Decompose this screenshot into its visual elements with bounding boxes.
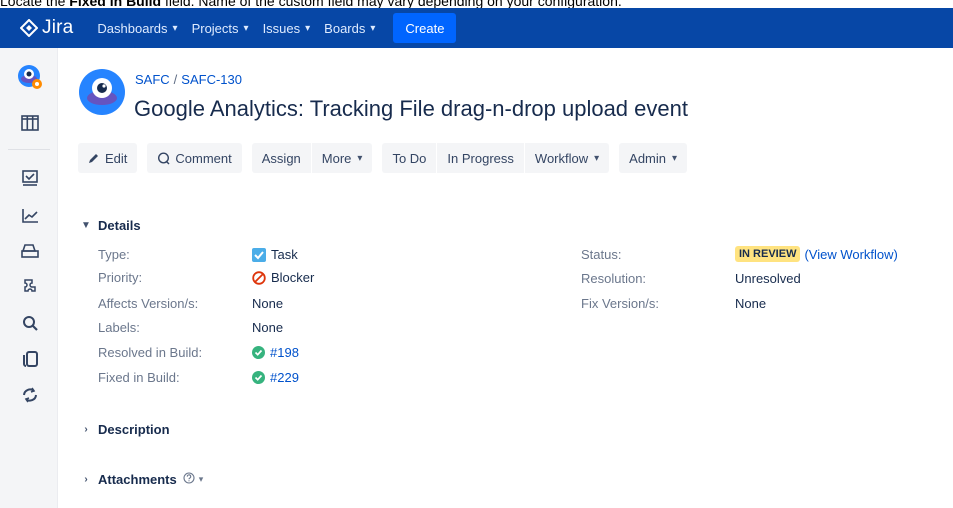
- caption-text-end: field. Name of the custom field may vary…: [161, 0, 622, 8]
- assign-more-group: Assign More ▾: [251, 143, 373, 173]
- chevron-down-icon: ▾: [305, 22, 311, 34]
- board-icon[interactable]: [19, 112, 41, 134]
- labels-value: None: [252, 320, 284, 335]
- priority-value[interactable]: Blocker: [252, 270, 314, 285]
- chevron-down-icon: ▾: [243, 22, 249, 34]
- resolution-value: Unresolved: [735, 271, 801, 286]
- search-icon[interactable]: [19, 312, 41, 334]
- chevron-down-icon: ▾: [357, 152, 363, 164]
- components-icon[interactable]: [19, 276, 41, 298]
- caption-bold: Fixed in Build: [69, 0, 162, 8]
- type-label: Type:: [98, 247, 130, 262]
- resolution-label: Resolution:: [581, 271, 647, 286]
- attachments-toggle[interactable]: › Attachments ▾: [80, 472, 203, 487]
- admin-label: Admin: [629, 150, 667, 166]
- view-workflow-link[interactable]: (View Workflow): [804, 247, 897, 262]
- status-value: IN REVIEW (View Workflow): [735, 246, 898, 262]
- workflow-group: To Do In Progress Workflow ▾: [382, 143, 610, 173]
- sidebar-divider: [8, 149, 50, 150]
- caption-text: Locate the: [0, 0, 70, 8]
- chevron-down-icon: ▾: [672, 152, 678, 164]
- nav-projects[interactable]: Projects ▾: [192, 21, 249, 36]
- status-label: Status:: [581, 247, 622, 262]
- details-toggle[interactable]: ▼ Details: [80, 218, 141, 233]
- fixed-in-build-label: Fixed in Build:: [98, 370, 180, 385]
- comment-label: Comment: [175, 150, 232, 166]
- releases-icon[interactable]: [19, 240, 41, 262]
- issue-view: SAFC / SAFC-130 Google Analytics: Tracking…: [58, 48, 953, 508]
- status-badge: IN REVIEW: [735, 246, 801, 262]
- breadcrumb: SAFC / SAFC-130: [135, 72, 242, 87]
- fix-version-label: Fix Version/s:: [581, 296, 660, 311]
- todo-button[interactable]: To Do: [382, 143, 437, 173]
- logo-text: Jira: [42, 17, 74, 38]
- success-check-icon: [252, 371, 265, 384]
- task-checkbox-icon: [252, 247, 266, 262]
- fixed-in-build-value[interactable]: #229: [252, 370, 299, 385]
- jira-logo-icon: [20, 19, 38, 37]
- more-button[interactable]: More ▾: [311, 143, 373, 173]
- project-sidebar: [0, 48, 58, 508]
- details-heading: Details: [98, 218, 141, 233]
- more-label: More: [321, 150, 352, 166]
- fix-version-value: None: [735, 296, 767, 311]
- pencil-icon: [88, 152, 100, 164]
- chevron-right-icon: ›: [84, 474, 88, 485]
- nav-dashboards-label: Dashboards: [97, 20, 168, 36]
- type-text: Task: [271, 247, 298, 262]
- nav-issues-label: Issues: [262, 20, 301, 36]
- backlog-icon[interactable]: [19, 168, 41, 190]
- resolved-in-build-label: Resolved in Build:: [98, 345, 203, 360]
- help-icon[interactable]: [183, 472, 195, 487]
- reports-icon[interactable]: [19, 205, 41, 227]
- issue-title[interactable]: Google Analytics: Tracking File drag-n-d…: [134, 96, 688, 122]
- attachments-heading: Attachments: [98, 472, 177, 487]
- description-toggle[interactable]: › Description: [80, 422, 170, 437]
- project-avatar-icon[interactable]: [17, 64, 43, 90]
- chevron-down-icon: ▼: [81, 220, 91, 231]
- instruction-caption: Locate the Fixed in Build field. Name of…: [0, 0, 953, 8]
- nav-boards[interactable]: Boards ▾: [324, 21, 375, 36]
- chevron-down-icon[interactable]: ▾: [199, 474, 204, 485]
- nav-boards-label: Boards: [324, 20, 366, 36]
- jira-logo[interactable]: Jira: [20, 17, 73, 39]
- admin-button[interactable]: Admin ▾: [619, 143, 688, 173]
- blocker-icon: [252, 270, 266, 285]
- workflow-button[interactable]: Workflow ▾: [524, 143, 610, 173]
- pages-icon[interactable]: [19, 348, 41, 370]
- affects-version-label: Affects Version/s:: [98, 296, 199, 311]
- comment-icon: [157, 151, 170, 165]
- breadcrumb-separator: /: [173, 72, 178, 87]
- comment-button[interactable]: Comment: [147, 143, 242, 173]
- breadcrumb-project[interactable]: SAFC: [135, 72, 170, 87]
- resolved-in-build-value[interactable]: #198: [252, 345, 299, 360]
- type-value[interactable]: Task: [252, 247, 298, 262]
- chevron-down-icon: ▾: [594, 152, 600, 164]
- fixed-build-link[interactable]: #229: [270, 370, 299, 385]
- project-avatar[interactable]: [78, 68, 126, 116]
- edit-button[interactable]: Edit: [78, 143, 138, 173]
- breadcrumb-issue-key[interactable]: SAFC-130: [181, 72, 242, 87]
- affects-version-value: None: [252, 296, 284, 311]
- chevron-down-icon: ▾: [172, 22, 178, 34]
- nav-dashboards[interactable]: Dashboards ▾: [97, 21, 177, 36]
- in-progress-button[interactable]: In Progress: [437, 143, 524, 173]
- nav-projects-label: Projects: [191, 20, 239, 36]
- edit-label: Edit: [105, 150, 128, 166]
- labels-label: Labels:: [98, 320, 140, 335]
- nav-issues[interactable]: Issues ▾: [263, 21, 311, 36]
- resolved-build-link[interactable]: #198: [270, 345, 299, 360]
- description-heading: Description: [98, 422, 170, 437]
- workflow-label: Workflow: [534, 150, 589, 166]
- sync-icon[interactable]: [19, 384, 41, 406]
- issue-toolbar: Edit Comment Assign More ▾ To Do In Progr…: [78, 143, 688, 173]
- chevron-down-icon: ▾: [370, 22, 376, 34]
- priority-text: Blocker: [271, 270, 315, 285]
- top-navigation: Jira Dashboards ▾ Projects ▾ Issues ▾ Board…: [0, 8, 953, 48]
- chevron-right-icon: ›: [84, 424, 88, 435]
- create-button[interactable]: Create: [393, 13, 457, 43]
- priority-label: Priority:: [98, 270, 143, 285]
- success-check-icon: [252, 346, 265, 359]
- assign-button[interactable]: Assign: [251, 143, 311, 173]
